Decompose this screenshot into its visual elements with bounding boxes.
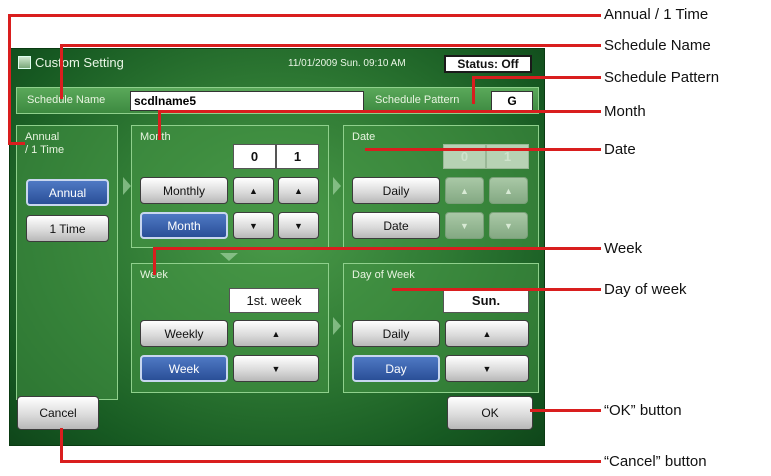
- callout-month: Month: [604, 103, 646, 120]
- callout-line-week-h: [153, 247, 601, 250]
- callout-line-date: [365, 148, 601, 151]
- callout-week: Week: [604, 240, 643, 257]
- ok-button[interactable]: OK: [447, 396, 533, 430]
- month-panel: Month 0 1 Monthly ▲ ▲ Month ▼ ▼: [131, 125, 329, 248]
- callout-line-ok: [530, 409, 601, 412]
- month-digit2-down-button[interactable]: ▼: [278, 212, 319, 239]
- annual-button[interactable]: Annual: [26, 179, 109, 206]
- annual-panel: Annual / 1 Time Annual 1 Time: [16, 125, 118, 400]
- callout-line-month-v: [158, 110, 161, 140]
- callout-line-schedule-name-h: [60, 44, 601, 47]
- date-digit1-up-button[interactable]: ▲: [445, 177, 484, 204]
- week-panel: Week 1st. week Weekly ▲ Week ▼: [131, 263, 329, 393]
- week-button[interactable]: Week: [140, 355, 228, 382]
- week-up-button[interactable]: ▲: [233, 320, 319, 347]
- date-panel-header: Date: [352, 131, 376, 143]
- month-digit1-down-button[interactable]: ▼: [233, 212, 274, 239]
- window-title-text: Custom Setting: [35, 55, 124, 70]
- callout-schedule-pattern: Schedule Pattern: [604, 69, 720, 86]
- dow-down-button[interactable]: ▼: [445, 355, 529, 382]
- day-of-week-panel-header: Day of Week: [352, 269, 415, 281]
- month-panel-header: Month: [140, 131, 171, 143]
- callout-schedule-name: Schedule Name: [604, 37, 711, 54]
- callout-line-day-of-week: [392, 288, 601, 291]
- callout-line-schedule-name-v: [60, 44, 63, 99]
- month-digit2-up-button[interactable]: ▲: [278, 177, 319, 204]
- schedule-name-label: Schedule Name: [27, 94, 106, 106]
- callout-line-cancel-h: [60, 460, 601, 463]
- date-digit2-down-button[interactable]: ▼: [489, 212, 528, 239]
- date-button[interactable]: Date: [352, 212, 440, 239]
- dow-daily-button[interactable]: Daily: [352, 320, 440, 347]
- cancel-button[interactable]: Cancel: [17, 396, 99, 430]
- callout-day-of-week: Day of week: [604, 281, 687, 298]
- month-digit1-up-button[interactable]: ▲: [233, 177, 274, 204]
- week-value: 1st. week: [229, 288, 319, 313]
- flow-arrow-right-2: [333, 177, 341, 195]
- callout-line-cancel-v: [60, 428, 63, 463]
- date-digit1-down-button[interactable]: ▼: [445, 212, 484, 239]
- schedule-name-field[interactable]: scdlname5: [130, 91, 364, 111]
- callout-line-annual-v: [8, 16, 11, 144]
- day-button[interactable]: Day: [352, 355, 440, 382]
- date-digit2-up-button[interactable]: ▲: [489, 177, 528, 204]
- week-down-button[interactable]: ▼: [233, 355, 319, 382]
- annual-header-line1: Annual: [25, 131, 60, 143]
- dow-up-button[interactable]: ▲: [445, 320, 529, 347]
- callout-date: Date: [604, 141, 636, 158]
- callout-line-week-v: [153, 247, 156, 275]
- callout-line-month-h: [158, 110, 601, 113]
- flow-arrow-right-1: [123, 177, 131, 195]
- date-daily-button[interactable]: Daily: [352, 177, 440, 204]
- month-digit-1: 0: [233, 144, 276, 169]
- day-of-week-value: Sun.: [443, 288, 529, 313]
- schedule-pattern-label: Schedule Pattern: [375, 94, 460, 106]
- weekly-button[interactable]: Weekly: [140, 320, 228, 347]
- callout-annual: Annual / 1 Time: [604, 6, 709, 23]
- callout-ok-button: “OK” button: [604, 402, 682, 419]
- annual-panel-header: Annual / 1 Time: [25, 131, 64, 157]
- month-digit-2: 1: [276, 144, 319, 169]
- month-button[interactable]: Month: [140, 212, 228, 239]
- window-icon: [18, 56, 31, 69]
- day-of-week-panel: Day of Week Sun. Daily ▲ Day ▼: [343, 263, 539, 393]
- monthly-button[interactable]: Monthly: [140, 177, 228, 204]
- datetime-display: 11/01/2009 Sun. 09:10 AM: [288, 58, 406, 69]
- status-badge: Status: Off: [444, 55, 532, 73]
- callout-line-pattern-v: [472, 76, 475, 104]
- callout-line-annual-h: [8, 14, 601, 17]
- one-time-button[interactable]: 1 Time: [26, 215, 109, 242]
- schedule-pattern-field[interactable]: G: [491, 91, 533, 111]
- annual-header-line2: / 1 Time: [25, 144, 65, 156]
- callout-line-annual-tick: [8, 142, 25, 145]
- date-panel: Date 0 1 Daily ▲ ▲ Date ▼ ▼: [343, 125, 539, 248]
- flow-arrow-right-3: [333, 317, 341, 335]
- callout-cancel-button: “Cancel” button: [604, 453, 707, 470]
- callout-line-pattern-h: [472, 76, 601, 79]
- window-title: Custom Setting: [18, 55, 124, 70]
- flow-arrow-down: [220, 253, 238, 261]
